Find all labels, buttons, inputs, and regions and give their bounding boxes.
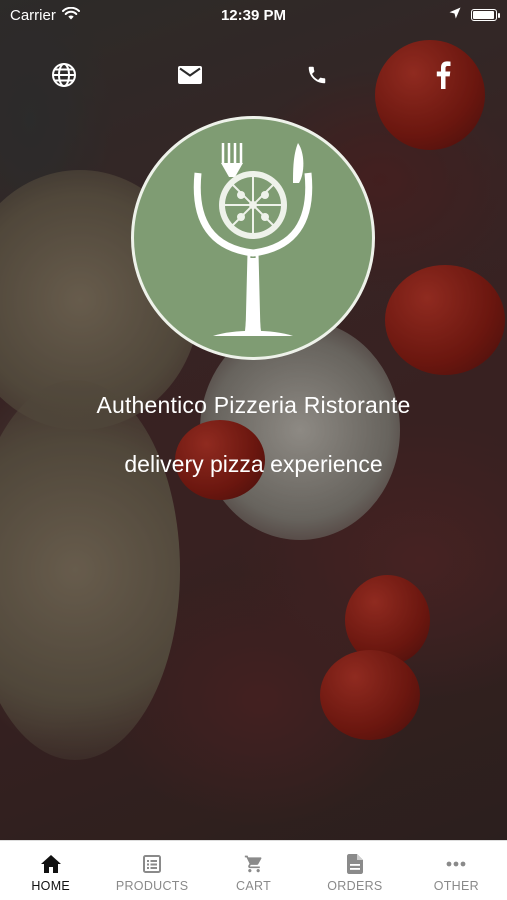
tab-label: HOME [31,879,71,893]
cart-icon [243,854,265,874]
status-time: 12:39 PM [220,6,287,24]
tab-products[interactable]: PRODUCTS [101,841,202,900]
tab-label: CART [236,879,272,893]
document-icon [344,854,366,874]
globe-icon[interactable] [47,58,81,92]
tab-other[interactable]: OTHER [406,841,507,900]
more-icon [445,854,467,874]
status-bar: Carrier 12:39 PM [0,0,507,30]
battery-icon [471,8,500,21]
bottom-tab-bar: HOME PRODUCTS CART ORDERS OTHER [0,840,507,900]
location-arrow-icon [449,6,461,23]
wine-glass-pizza-logo-icon [193,143,313,336]
battery-fill [473,10,494,19]
tab-cart[interactable]: CART [203,841,304,900]
tab-home[interactable]: HOME [0,841,101,900]
home-icon [40,854,62,874]
mail-icon[interactable] [173,58,207,92]
tab-label: PRODUCTS [115,879,189,893]
restaurant-name: Authentico Pizzeria Ristorante [96,392,411,418]
tab-label: OTHER [433,879,479,893]
restaurant-logo [131,116,375,360]
facebook-icon[interactable] [426,58,460,92]
phone-icon[interactable] [300,58,334,92]
list-icon [141,854,163,874]
tab-label: ORDERS [327,879,383,893]
tab-orders[interactable]: ORDERS [304,841,405,900]
restaurant-tagline: delivery pizza experience [124,451,383,477]
contact-icons-row [0,58,507,92]
